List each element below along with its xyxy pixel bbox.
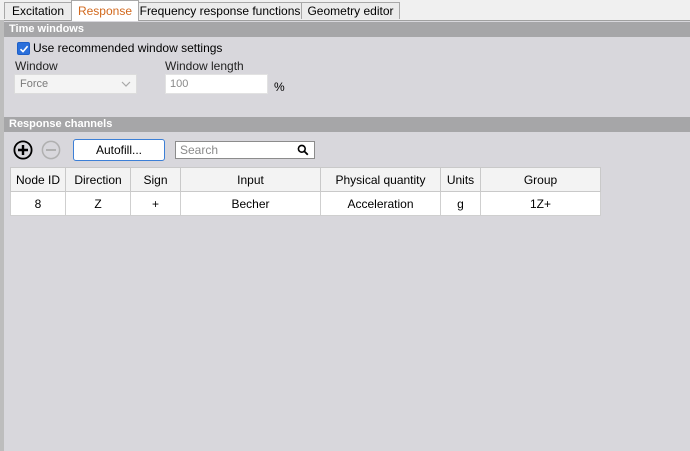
- add-channel-button[interactable]: [13, 140, 33, 160]
- column-header-node-id[interactable]: Node ID: [10, 167, 66, 192]
- window-select[interactable]: Force: [14, 74, 137, 94]
- left-edge: [0, 20, 4, 451]
- tab-excitation[interactable]: Excitation: [4, 2, 72, 19]
- table-row[interactable]: 8 Z + Becher Acceleration g 1Z+: [10, 191, 601, 216]
- cell-sign[interactable]: +: [130, 191, 181, 216]
- tab-frequency-response-functions[interactable]: Frequency response functions: [138, 2, 302, 19]
- column-header-physical-quantity[interactable]: Physical quantity: [320, 167, 441, 192]
- cell-physical-quantity[interactable]: Acceleration: [320, 191, 441, 216]
- cell-input[interactable]: Becher: [180, 191, 321, 216]
- response-channels-table: Node ID Direction Sign Input Physical qu…: [10, 167, 601, 216]
- remove-channel-button[interactable]: [41, 140, 61, 160]
- cell-node-id[interactable]: 8: [10, 191, 66, 216]
- window-label: Window: [15, 59, 58, 73]
- column-header-direction[interactable]: Direction: [65, 167, 131, 192]
- autofill-button[interactable]: Autofill...: [73, 139, 165, 161]
- window-length-unit: %: [274, 80, 285, 94]
- column-header-input[interactable]: Input: [180, 167, 321, 192]
- table-header-row: Node ID Direction Sign Input Physical qu…: [10, 167, 601, 192]
- response-channels-header: Response channels: [4, 117, 690, 132]
- cell-direction[interactable]: Z: [65, 191, 131, 216]
- window-select-value: Force: [20, 78, 49, 90]
- search-input[interactable]: [178, 142, 292, 158]
- use-recommended-label[interactable]: Use recommended window settings: [33, 41, 222, 55]
- column-header-sign[interactable]: Sign: [130, 167, 181, 192]
- window-length-input[interactable]: 100: [165, 74, 268, 94]
- cell-units[interactable]: g: [440, 191, 481, 216]
- tab-response[interactable]: Response: [71, 0, 139, 21]
- time-windows-header: Time windows: [4, 22, 690, 37]
- use-recommended-checkbox[interactable]: [17, 42, 30, 55]
- chevron-down-icon: [121, 81, 131, 87]
- search-icon[interactable]: [297, 144, 309, 156]
- search-box: [175, 141, 315, 159]
- column-header-units[interactable]: Units: [440, 167, 481, 192]
- check-icon: [19, 45, 29, 53]
- column-header-group[interactable]: Group: [480, 167, 601, 192]
- tab-bar: Excitation Response Frequency response f…: [0, 0, 690, 21]
- window-length-label: Window length: [165, 59, 244, 73]
- cell-group[interactable]: 1Z+: [480, 191, 601, 216]
- tab-geometry-editor[interactable]: Geometry editor: [301, 2, 400, 19]
